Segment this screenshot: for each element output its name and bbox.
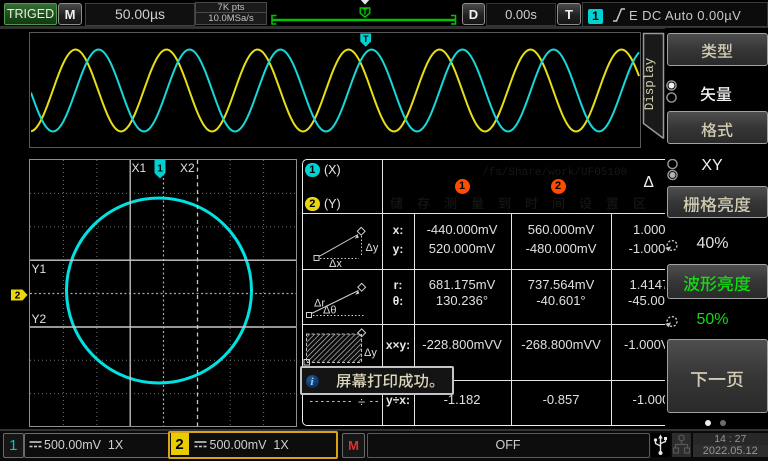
- svg-text:Display: Display: [643, 57, 657, 110]
- svg-text:Δx: Δx: [329, 258, 342, 268]
- svg-text:Δθ: Δθ: [323, 304, 336, 316]
- svg-text:T: T: [363, 8, 368, 17]
- svg-text:1: 1: [157, 163, 163, 174]
- svg-text:T: T: [362, 34, 368, 44]
- svg-text:2: 2: [14, 290, 20, 301]
